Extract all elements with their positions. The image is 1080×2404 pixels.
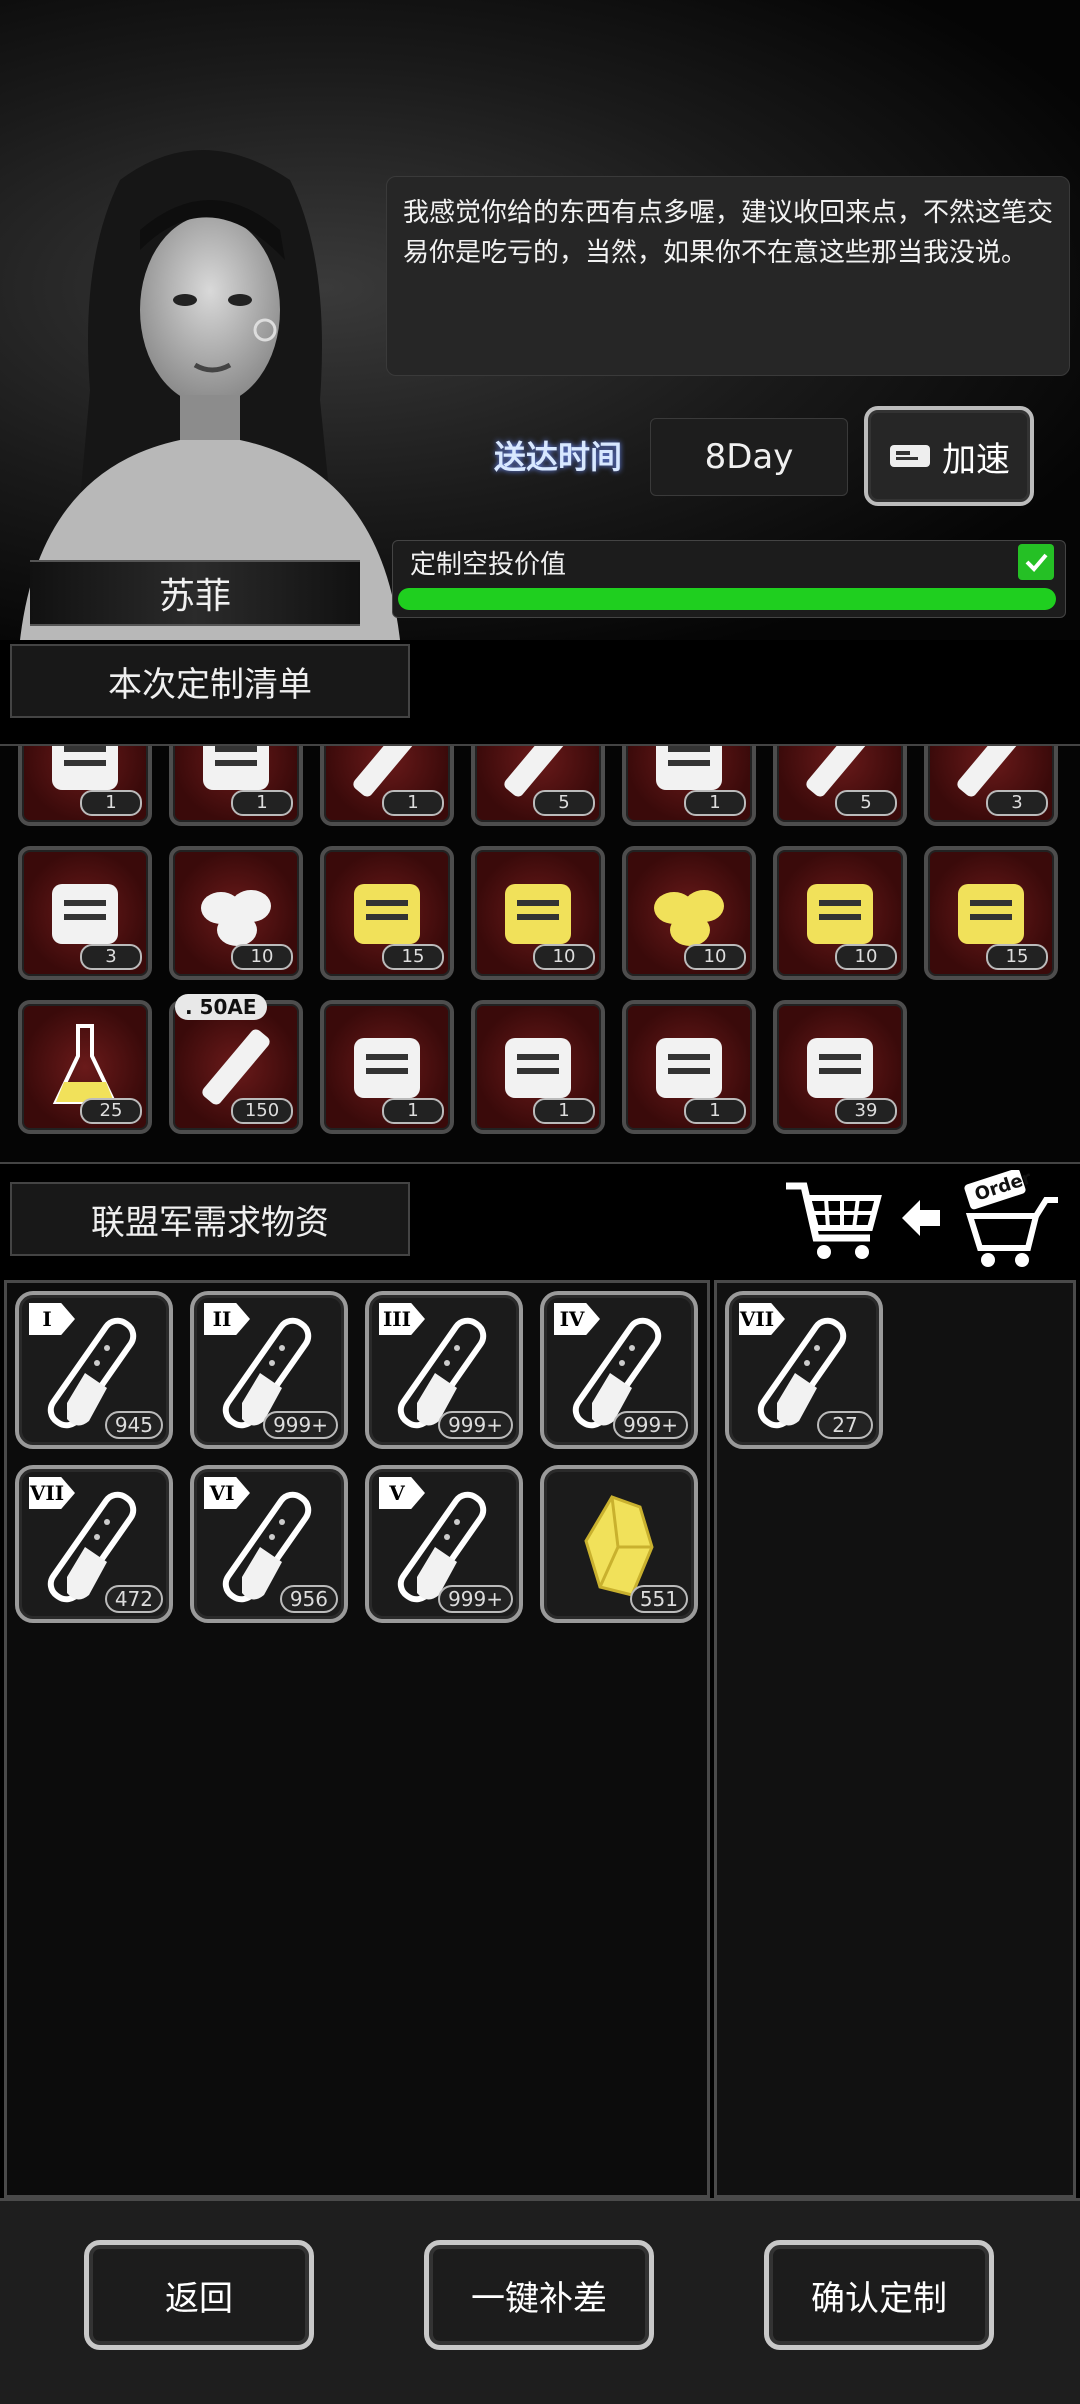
order-list-title: 本次定制清单 <box>10 644 410 718</box>
speed-up-button[interactable]: 加速 <box>864 406 1034 506</box>
item-count: 25 <box>80 1098 142 1124</box>
item-count: 472 <box>104 1585 163 1613</box>
order-item[interactable]: 10 <box>471 846 605 980</box>
order-cart-icon[interactable]: Order <box>960 1168 1060 1270</box>
cart-icon[interactable] <box>782 1176 882 1266</box>
item-count: 999+ <box>438 1411 513 1439</box>
delivery-time-value: 8Day <box>650 418 848 496</box>
npc-name-plate: 苏菲 <box>30 560 360 626</box>
fill-difference-button[interactable]: 一键补差 <box>424 2240 654 2350</box>
speed-up-label: 加速 <box>942 439 1010 480</box>
item-count: 5 <box>835 790 897 816</box>
item-count: 999+ <box>613 1411 688 1439</box>
item-count: 3 <box>80 944 142 970</box>
order-item[interactable]: 5 <box>471 746 605 826</box>
item-count: 10 <box>533 944 595 970</box>
item-count: 15 <box>986 944 1048 970</box>
item-count: 999+ <box>263 1411 338 1439</box>
item-count: 5 <box>533 790 595 816</box>
item-count: 1 <box>382 790 444 816</box>
order-item[interactable]: 10 <box>622 846 756 980</box>
item-count: 1 <box>382 1098 444 1124</box>
item-count: 1 <box>533 1098 595 1124</box>
demand-item[interactable]: III 999+ <box>365 1291 523 1449</box>
order-item[interactable]: 1 <box>320 746 454 826</box>
demand-item[interactable]: IV 999+ <box>540 1291 698 1449</box>
airdrop-value-bar <box>398 588 1056 610</box>
order-item[interactable]: 3 <box>924 746 1058 826</box>
arrow-left-icon <box>902 1200 940 1236</box>
demand-selected-panel[interactable]: VII 27 <box>714 1280 1076 2198</box>
item-count: 1 <box>684 790 746 816</box>
demand-item[interactable]: 551 <box>540 1465 698 1623</box>
order-item[interactable]: 10 <box>773 846 907 980</box>
order-item[interactable]: 5 <box>773 746 907 826</box>
delivery-time-label: 送达时间 <box>494 438 623 476</box>
order-item[interactable]: 39 <box>773 1000 907 1134</box>
item-tag: . 50AE <box>175 994 267 1020</box>
npc-dialog: 我感觉你给的东西有点多喔，建议收回来点，不然这笔交易你是吃亏的，当然，如果你不在… <box>386 176 1070 376</box>
item-count: 10 <box>835 944 897 970</box>
item-count: 27 <box>817 1411 873 1439</box>
item-count: 999+ <box>438 1585 513 1613</box>
back-button[interactable]: 返回 <box>84 2240 314 2350</box>
order-item[interactable]: 150 . 50AE <box>169 994 303 1134</box>
airdrop-value-label: 定制空投价值 <box>410 550 567 580</box>
item-count: 15 <box>382 944 444 970</box>
item-count: 150 <box>231 1098 293 1124</box>
order-item[interactable]: 1 <box>622 1000 756 1134</box>
order-item[interactable]: 1 <box>18 746 152 826</box>
item-count: 3 <box>986 790 1048 816</box>
item-count: 1 <box>80 790 142 816</box>
item-count: 10 <box>684 944 746 970</box>
item-count: 956 <box>279 1585 338 1613</box>
order-item[interactable]: 15 <box>320 846 454 980</box>
order-item[interactable]: 15 <box>924 846 1058 980</box>
order-item[interactable]: 10 <box>169 846 303 980</box>
item-count: 39 <box>835 1098 897 1124</box>
demand-title: 联盟军需求物资 <box>10 1182 410 1256</box>
demand-item[interactable]: I 945 <box>15 1291 173 1449</box>
confirm-order-button[interactable]: 确认定制 <box>764 2240 994 2350</box>
order-item[interactable]: 3 <box>18 846 152 980</box>
order-item[interactable]: 1 <box>471 1000 605 1134</box>
npc-name: 苏菲 <box>158 576 231 617</box>
order-item-grid[interactable]: 1 1 1 5 1 5 3 3 10 15 10 10 10 15 25 150. 50AE 1 1 1 39 <box>0 744 1080 1164</box>
order-item[interactable]: 25 <box>18 1000 152 1134</box>
airdrop-value-fill <box>398 588 1056 610</box>
ticket-icon <box>890 445 930 467</box>
demand-item[interactable]: II 999+ <box>190 1291 348 1449</box>
item-count: 1 <box>231 790 293 816</box>
item-count: 551 <box>629 1585 688 1613</box>
demand-item[interactable]: V 999+ <box>365 1465 523 1623</box>
check-icon <box>1018 544 1054 580</box>
demand-item[interactable]: VII 472 <box>15 1465 173 1623</box>
order-item[interactable]: 1 <box>169 746 303 826</box>
item-count: 1 <box>684 1098 746 1124</box>
demand-item[interactable]: VII 27 <box>725 1291 883 1449</box>
demand-inventory-panel[interactable]: I 945 II 999+ III 999+ IV 999+ VII 472 VI 956 V 999+ 5… <box>4 1280 710 2198</box>
demand-item[interactable]: VI 956 <box>190 1465 348 1623</box>
item-count: 10 <box>231 944 293 970</box>
item-count: 945 <box>104 1411 163 1439</box>
order-item[interactable]: 1 <box>320 1000 454 1134</box>
order-item[interactable]: 1 <box>622 746 756 826</box>
